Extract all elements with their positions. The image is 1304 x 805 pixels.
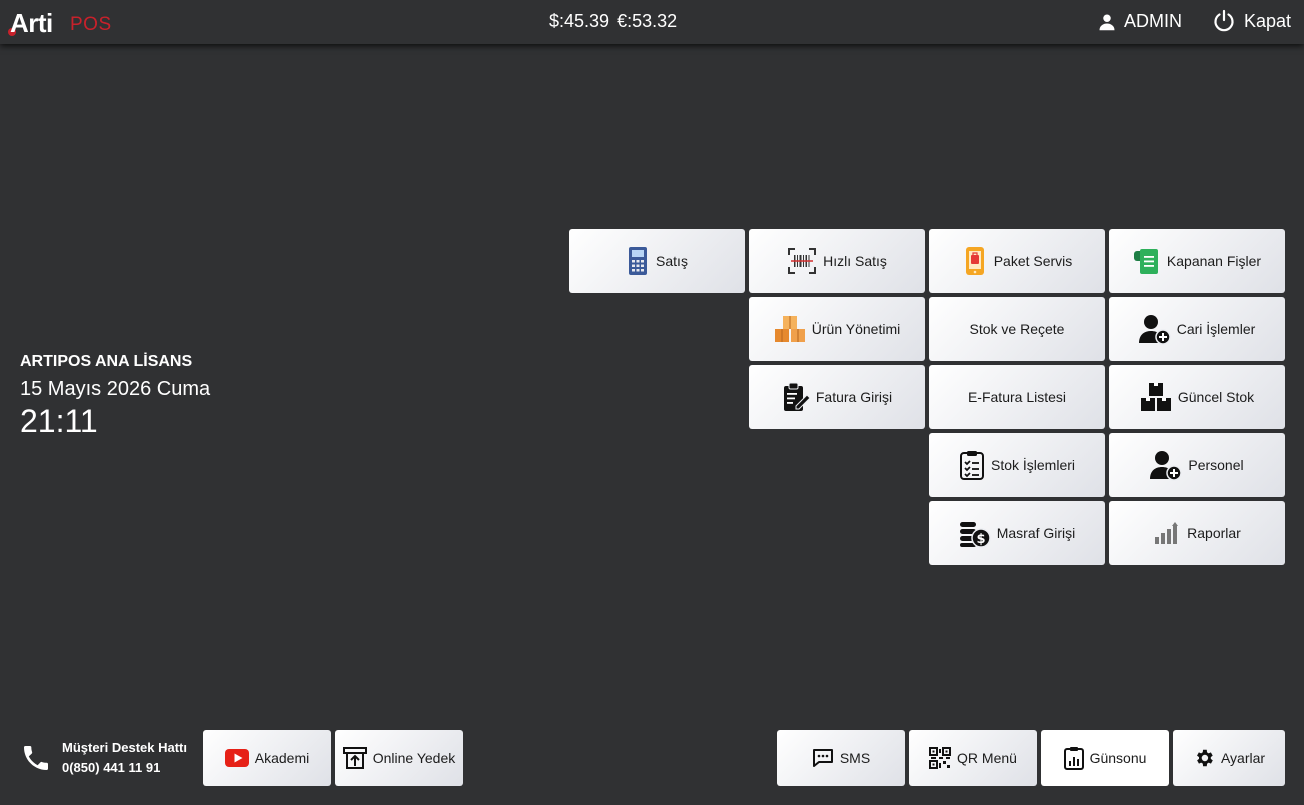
info-panel: ARTIPOS ANA LİSANS 15 Mayıs 2026 Cuma 21… [20,353,210,440]
youtube-icon [224,749,249,767]
akademi-button[interactable]: Akademi [203,730,331,786]
kapanan-fisler-tile[interactable]: Kapanan Fişler [1109,229,1285,293]
clipboard-chart-icon [1063,747,1084,770]
pos-terminal-icon [626,246,650,276]
online-yedek-label: Online Yedek [372,750,456,766]
receipt-icon [1133,247,1161,275]
urun-yonetimi-label: Ürün Yönetimi [811,321,901,337]
paket-servis-tile[interactable]: Paket Servis [929,229,1105,293]
boxes-icon [774,314,806,344]
masraf-girisi-label: Masraf Girişi [996,525,1076,541]
user-name: ADMIN [1124,11,1182,31]
raporlar-label: Raporlar [1187,525,1241,541]
phone-order-icon [962,246,988,276]
logo-suffix: POS [70,14,112,35]
invoice-edit-icon [782,382,810,412]
personel-user-add-icon [1150,449,1183,481]
guncel-stok-tile[interactable]: Güncel Stok [1109,365,1285,429]
support-title: Müşteri Destek Hattı [62,740,187,755]
paket-servis-label: Paket Servis [993,253,1073,269]
masraf-girisi-tile[interactable]: $ Masraf Girişi [929,501,1105,565]
fatura-girisi-tile[interactable]: Fatura Girişi [749,365,925,429]
akademi-label: Akademi [254,750,310,766]
sms-label: SMS [839,750,871,766]
satis-label: Satış [656,253,688,269]
personel-tile[interactable]: Personel [1109,433,1285,497]
guncel-stok-label: Güncel Stok [1177,389,1255,405]
raporlar-tile[interactable]: Raporlar [1109,501,1285,565]
gunsonu-label: Günsonu [1089,750,1147,766]
qr-menu-button[interactable]: QR Menü [909,730,1037,786]
urun-yonetimi-tile[interactable]: Ürün Yönetimi [749,297,925,361]
stacked-boxes-icon [1140,382,1172,412]
cari-islemler-label: Cari İşlemler [1176,321,1256,337]
message-icon [812,749,833,767]
satis-tile[interactable]: Satış [569,229,745,293]
efatura-listesi-tile[interactable]: E-Fatura Listesi [929,365,1105,429]
user-menu[interactable]: ADMIN [1098,11,1182,32]
sms-button[interactable]: SMS [777,730,905,786]
power-icon [1214,9,1234,32]
cloud-upload-icon [342,747,367,769]
personel-label: Personel [1188,457,1244,473]
user-add-icon [1138,313,1171,345]
barcode-scan-icon [787,247,817,275]
fatura-girisi-label: Fatura Girişi [815,389,893,405]
hizli-satis-label: Hızlı Satış [823,253,887,269]
usd-rate: $:45.39 [549,11,610,31]
ayarlar-label: Ayarlar [1220,750,1266,766]
customer-support[interactable]: Müşteri Destek Hattı 0(850) 441 11 91 [20,738,187,778]
cari-islemler-tile[interactable]: Cari İşlemler [1109,297,1285,361]
top-bar: Arti POS $:45.39 €:53.32 ADMIN Kapat [0,0,1304,44]
stok-recete-tile[interactable]: Stok ve Reçete [929,297,1105,361]
eur-rate: €:53.32 [617,11,678,31]
stok-recete-label: Stok ve Reçete [969,321,1065,337]
bar-chart-icon [1153,521,1181,545]
checklist-icon [959,450,985,480]
phone-icon [24,746,48,770]
svg-text:$: $ [976,532,985,547]
stok-islemleri-label: Stok İşlemleri [990,457,1076,473]
hizli-satis-tile[interactable]: Hızlı Satış [749,229,925,293]
user-icon [1099,14,1115,30]
efatura-listesi-label: E-Fatura Listesi [967,389,1067,405]
coins-icon: $ [959,518,991,548]
currency-rates: $:45.39 €:53.32 [549,11,685,32]
current-date: 15 Mayıs 2026 Cuma [20,378,211,400]
stok-islemleri-tile[interactable]: Stok İşlemleri [929,433,1105,497]
kapanan-fisler-label: Kapanan Fişler [1166,253,1262,269]
current-time: 21:11 [20,403,98,439]
logout-button[interactable]: Kapat [1212,9,1291,33]
logo-text: Arti [10,8,53,38]
support-phone: 0(850) 441 11 91 [62,760,161,775]
gear-icon [1196,749,1213,767]
logout-label: Kapat [1244,10,1292,31]
gunsonu-button[interactable]: Günsonu [1041,730,1169,786]
qr-menu-label: QR Menü [957,750,1017,766]
license-name: ARTIPOS ANA LİSANS [20,353,193,370]
online-yedek-button[interactable]: Online Yedek [335,730,463,786]
ayarlar-button[interactable]: Ayarlar [1173,730,1285,786]
qr-code-icon [929,747,952,769]
